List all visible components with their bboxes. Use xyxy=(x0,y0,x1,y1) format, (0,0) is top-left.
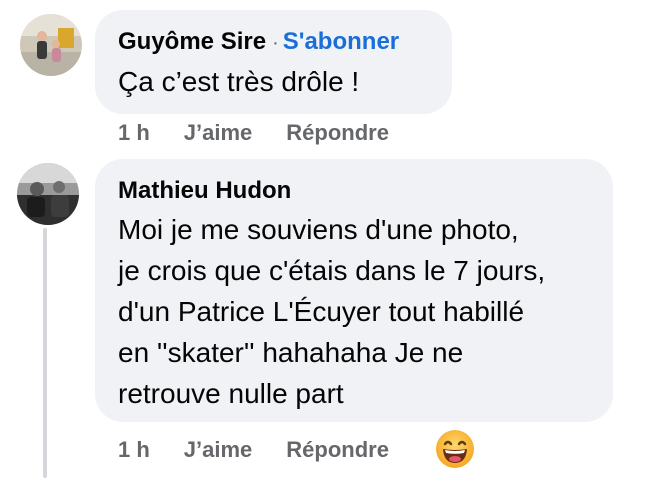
author-name[interactable]: Guyôme Sire xyxy=(118,28,266,55)
grinning-sweat-emoji-icon[interactable] xyxy=(434,428,476,470)
comment-actions: 1 h J’aime Répondre xyxy=(118,118,423,148)
author-name[interactable]: Mathieu Hudon xyxy=(118,177,291,204)
comment-text: Ça c’est très drôle ! xyxy=(118,66,360,97)
comment-actions: 1 h J’aime Répondre xyxy=(118,435,423,465)
comment-thread: Guyôme Sire · S'abonner Ça c’est très drôl… xyxy=(0,0,646,478)
reply-thread-line xyxy=(43,228,47,478)
comment-bubble: Guyôme Sire · S'abonner Ça c’est très drôl… xyxy=(95,10,452,114)
like-button[interactable]: J’aime xyxy=(184,120,253,146)
comment-text: Moi je me souviens d'une photo, je crois… xyxy=(118,214,546,409)
comment-bubble: Mathieu Hudon Moi je me souviens d'une p… xyxy=(95,159,613,422)
comment-header: Mathieu Hudon xyxy=(118,175,591,207)
avatar-guyome-sire[interactable] xyxy=(20,14,82,76)
avatar-mathieu-hudon[interactable] xyxy=(17,163,79,225)
reply-button[interactable]: Répondre xyxy=(286,437,389,463)
separator-dot: · xyxy=(272,32,279,54)
comment-timestamp[interactable]: 1 h xyxy=(118,437,150,463)
reply-button[interactable]: Répondre xyxy=(286,120,389,146)
follow-button[interactable]: S'abonner xyxy=(283,28,399,55)
avatar-photo xyxy=(20,14,82,76)
avatar-photo xyxy=(17,163,79,225)
comment-timestamp[interactable]: 1 h xyxy=(118,120,150,146)
comment-header: Guyôme Sire · S'abonner xyxy=(118,26,430,59)
like-button[interactable]: J’aime xyxy=(184,437,253,463)
